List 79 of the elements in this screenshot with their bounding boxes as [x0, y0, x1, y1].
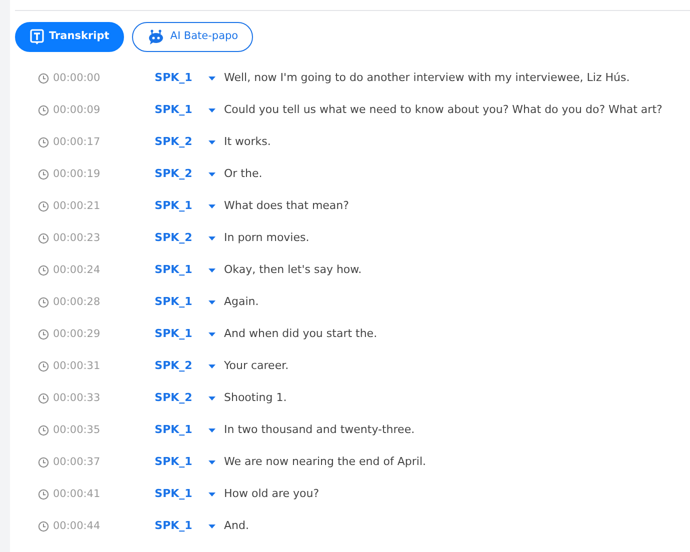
- caret-icon[interactable]: [208, 460, 216, 464]
- clock-icon: [38, 104, 49, 116]
- timestamp: 00:00:31: [53, 360, 100, 372]
- clock-icon: [38, 296, 49, 308]
- clock-icon: [38, 456, 49, 468]
- caret-icon[interactable]: [208, 108, 216, 112]
- caret-icon[interactable]: [208, 364, 216, 368]
- speaker-label[interactable]: SPK_1: [147, 262, 200, 278]
- speaker-label[interactable]: SPK_1: [147, 326, 200, 342]
- transcript-text: And when did you start the.: [224, 326, 378, 342]
- speaker-label[interactable]: SPK_1: [147, 422, 200, 438]
- transcript-text: Okay, then let's say how.: [224, 262, 362, 278]
- timestamp: 00:00:41: [53, 488, 100, 500]
- timestamp: 00:00:21: [53, 200, 100, 212]
- clock-icon: [38, 200, 49, 212]
- transcript-text: Well, now I'm going to do another interview with my interviewee, Liz Hús.: [224, 70, 630, 86]
- speaker-label[interactable]: SPK_1: [147, 486, 200, 502]
- clock-icon: [38, 424, 49, 436]
- clock-icon: [38, 488, 49, 500]
- speaker-label[interactable]: SPK_1: [147, 454, 200, 470]
- timestamp: 00:00:23: [53, 232, 100, 244]
- tab[interactable]: AI Bate-papo: [132, 22, 254, 52]
- timestamp: 00:00:09: [53, 104, 100, 116]
- speaker-label[interactable]: SPK_1: [147, 294, 200, 310]
- clock-icon: [38, 520, 49, 532]
- timestamp: 00:00:19: [53, 168, 100, 180]
- timestamp: 00:00:35: [53, 424, 100, 436]
- timestamp: 00:00:33: [53, 392, 100, 404]
- clock-icon: [38, 168, 49, 180]
- transcript-text: We are now nearing the end of April.: [224, 454, 426, 470]
- transcript-text: It works.: [224, 134, 271, 150]
- caret-icon[interactable]: [208, 236, 216, 240]
- clock-icon: [38, 328, 49, 340]
- speaker-label[interactable]: SPK_1: [147, 102, 200, 118]
- timestamp: 00:00:24: [53, 264, 100, 276]
- transcript-text: Or the.: [224, 166, 262, 182]
- caret-icon[interactable]: [208, 172, 216, 176]
- transcript-text: Again.: [224, 294, 259, 310]
- clock-icon: [38, 72, 49, 84]
- transcript-text: Shooting 1.: [224, 390, 287, 406]
- speaker-label[interactable]: SPK_2: [147, 390, 200, 406]
- clock-icon: [38, 264, 49, 276]
- timestamp: 00:00:28: [53, 296, 100, 308]
- caret-icon[interactable]: [208, 492, 216, 496]
- caret-icon[interactable]: [208, 428, 216, 432]
- caret-icon[interactable]: [208, 396, 216, 400]
- tab[interactable]: Transkript: [15, 22, 124, 52]
- timestamp: 00:00:44: [53, 520, 100, 532]
- transcript-text: And.: [224, 518, 249, 534]
- caret-icon[interactable]: [208, 204, 216, 208]
- clock-icon: [38, 360, 49, 372]
- speaker-label[interactable]: SPK_2: [147, 166, 200, 182]
- transcript-text: Could you tell us what we need to know about you? What do you do? What art?: [224, 102, 662, 118]
- speaker-label[interactable]: SPK_1: [147, 518, 200, 534]
- clock-icon: [38, 232, 49, 244]
- transcript-text: What does that mean?: [224, 198, 349, 214]
- clock-icon: [38, 136, 49, 148]
- caret-icon[interactable]: [208, 524, 216, 528]
- speaker-label[interactable]: SPK_1: [147, 70, 200, 86]
- caret-icon[interactable]: [208, 76, 216, 80]
- caret-icon[interactable]: [208, 268, 216, 272]
- clock-icon: [38, 392, 49, 404]
- transcript-text: In two thousand and twenty-three.: [224, 422, 415, 438]
- transcript-text: Your career.: [224, 358, 289, 374]
- transcript-text: In porn movies.: [224, 230, 310, 246]
- speaker-label[interactable]: SPK_1: [147, 198, 200, 214]
- timestamp: 00:00:37: [53, 456, 100, 468]
- speaker-label[interactable]: SPK_2: [147, 230, 200, 246]
- caret-icon[interactable]: [208, 332, 216, 336]
- timestamp: 00:00:00: [53, 72, 100, 84]
- caret-icon[interactable]: [208, 300, 216, 304]
- timestamp: 00:00:17: [53, 136, 100, 148]
- transcript-text: How old are you?: [224, 486, 320, 502]
- transcript-icon: [30, 29, 44, 45]
- robot-icon: [147, 29, 166, 45]
- timestamp: 00:00:29: [53, 328, 100, 340]
- speaker-label[interactable]: SPK_2: [147, 134, 200, 150]
- speaker-label[interactable]: SPK_2: [147, 358, 200, 374]
- caret-icon[interactable]: [208, 140, 216, 144]
